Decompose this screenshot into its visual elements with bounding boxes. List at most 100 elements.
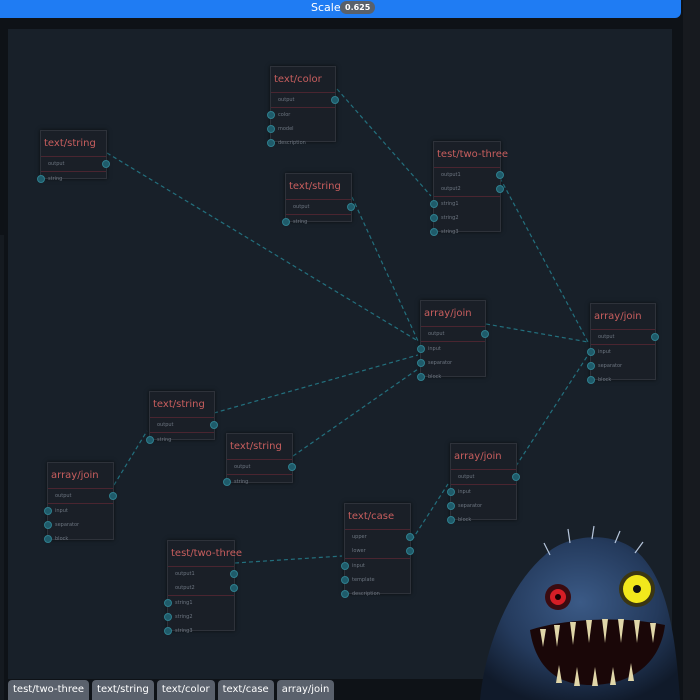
port-dot-icon[interactable] (44, 521, 52, 529)
output-port[interactable]: upper (345, 530, 414, 544)
port-dot-icon[interactable] (341, 590, 349, 598)
node-test-two-three[interactable]: test/two-three output1 output2 string1 s… (164, 540, 242, 635)
input-port[interactable]: input (417, 342, 485, 356)
output-port[interactable]: output (286, 200, 355, 214)
input-port[interactable]: string (223, 475, 292, 489)
node-text-string[interactable]: text/string output string (146, 391, 218, 444)
port-dot-icon[interactable] (417, 345, 425, 353)
port-dot-icon[interactable] (230, 570, 238, 578)
port-dot-icon[interactable] (587, 348, 595, 356)
port-dot-icon[interactable] (417, 359, 425, 367)
input-port[interactable]: input (587, 345, 655, 359)
port-dot-icon[interactable] (267, 111, 275, 119)
port-dot-icon[interactable] (430, 200, 438, 208)
input-port[interactable]: string1 (430, 197, 500, 211)
port-dot-icon[interactable] (37, 175, 45, 183)
port-dot-icon[interactable] (282, 218, 290, 226)
input-port[interactable]: input (341, 559, 410, 573)
input-port[interactable]: input (447, 485, 516, 499)
tab-array-join[interactable]: array/join (276, 680, 335, 700)
output-port[interactable]: output (271, 93, 339, 107)
port-dot-icon[interactable] (210, 421, 218, 429)
input-port[interactable]: separator (587, 359, 655, 373)
tab-text-string[interactable]: text/string (92, 680, 154, 700)
port-dot-icon[interactable] (512, 473, 520, 481)
node-text-color[interactable]: text/color output color model descriptio… (267, 66, 339, 147)
input-port[interactable]: string3 (430, 225, 500, 239)
right-scrollbar[interactable] (683, 0, 700, 700)
port-dot-icon[interactable] (496, 185, 504, 193)
port-dot-icon[interactable] (481, 330, 489, 338)
input-port[interactable]: input (44, 504, 113, 518)
output-port[interactable]: output (150, 418, 218, 432)
node-text-string[interactable]: text/string output string (223, 433, 296, 486)
port-dot-icon[interactable] (651, 333, 659, 341)
output-port[interactable]: output1 (168, 567, 238, 581)
output-port[interactable]: output2 (168, 581, 238, 595)
port-dot-icon[interactable] (341, 562, 349, 570)
input-port[interactable]: separator (417, 356, 485, 370)
input-port[interactable]: separator (44, 518, 113, 532)
port-dot-icon[interactable] (109, 492, 117, 500)
output-port[interactable]: output (41, 157, 110, 171)
output-port[interactable]: output (451, 470, 520, 484)
output-port[interactable]: lower (345, 544, 414, 558)
port-dot-icon[interactable] (430, 214, 438, 222)
port-dot-icon[interactable] (587, 362, 595, 370)
tab-test-two-three[interactable]: test/two-three (8, 680, 90, 700)
scale-value-badge[interactable]: 0.625 (340, 1, 376, 14)
node-text-string[interactable]: text/string output string (282, 173, 355, 226)
port-dot-icon[interactable] (447, 488, 455, 496)
output-port[interactable]: output1 (434, 168, 504, 182)
input-port[interactable]: string (146, 433, 214, 447)
input-port[interactable]: string1 (164, 596, 234, 610)
node-text-case[interactable]: text/case upper lower input template des… (341, 503, 414, 598)
node-array-join[interactable]: array/join output input separator block (447, 443, 520, 524)
port-dot-icon[interactable] (447, 516, 455, 524)
input-port[interactable]: model (267, 122, 335, 136)
port-dot-icon[interactable] (406, 533, 414, 541)
port-dot-icon[interactable] (331, 96, 339, 104)
port-dot-icon[interactable] (347, 203, 355, 211)
node-test-two-three[interactable]: test/two-three output1 output2 string1 s… (430, 141, 508, 236)
output-port[interactable]: output (421, 327, 489, 341)
port-dot-icon[interactable] (430, 228, 438, 236)
input-port[interactable]: description (341, 587, 410, 601)
port-dot-icon[interactable] (288, 463, 296, 471)
input-port[interactable]: template (341, 573, 410, 587)
port-dot-icon[interactable] (406, 547, 414, 555)
input-port[interactable]: block (44, 532, 113, 546)
port-dot-icon[interactable] (164, 627, 172, 635)
node-array-join[interactable]: array/join output input separator block (44, 462, 117, 543)
node-text-string[interactable]: text/string output string (37, 130, 110, 183)
port-dot-icon[interactable] (447, 502, 455, 510)
output-port[interactable]: output (591, 330, 659, 344)
input-port[interactable]: string (282, 215, 351, 229)
port-dot-icon[interactable] (44, 535, 52, 543)
tab-text-color[interactable]: text/color (156, 680, 215, 700)
port-dot-icon[interactable] (164, 599, 172, 607)
tab-text-case[interactable]: text/case (217, 680, 274, 700)
input-port[interactable]: string3 (164, 624, 234, 638)
port-dot-icon[interactable] (587, 376, 595, 384)
port-dot-icon[interactable] (102, 160, 110, 168)
output-port[interactable]: output (48, 489, 117, 503)
node-array-join[interactable]: array/join output input separator block (587, 303, 659, 384)
output-port[interactable]: output (227, 460, 296, 474)
port-dot-icon[interactable] (267, 125, 275, 133)
input-port[interactable]: string2 (164, 610, 234, 624)
input-port[interactable]: string (37, 172, 106, 186)
port-dot-icon[interactable] (267, 139, 275, 147)
port-dot-icon[interactable] (223, 478, 231, 486)
input-port[interactable]: color (267, 108, 335, 122)
port-dot-icon[interactable] (496, 171, 504, 179)
port-dot-icon[interactable] (44, 507, 52, 515)
node-array-join[interactable]: array/join output input separator block (417, 300, 489, 381)
input-port[interactable]: block (417, 370, 485, 384)
input-port[interactable]: description (267, 136, 335, 150)
port-dot-icon[interactable] (164, 613, 172, 621)
input-port[interactable]: string2 (430, 211, 500, 225)
input-port[interactable]: separator (447, 499, 516, 513)
port-dot-icon[interactable] (417, 373, 425, 381)
port-dot-icon[interactable] (230, 584, 238, 592)
